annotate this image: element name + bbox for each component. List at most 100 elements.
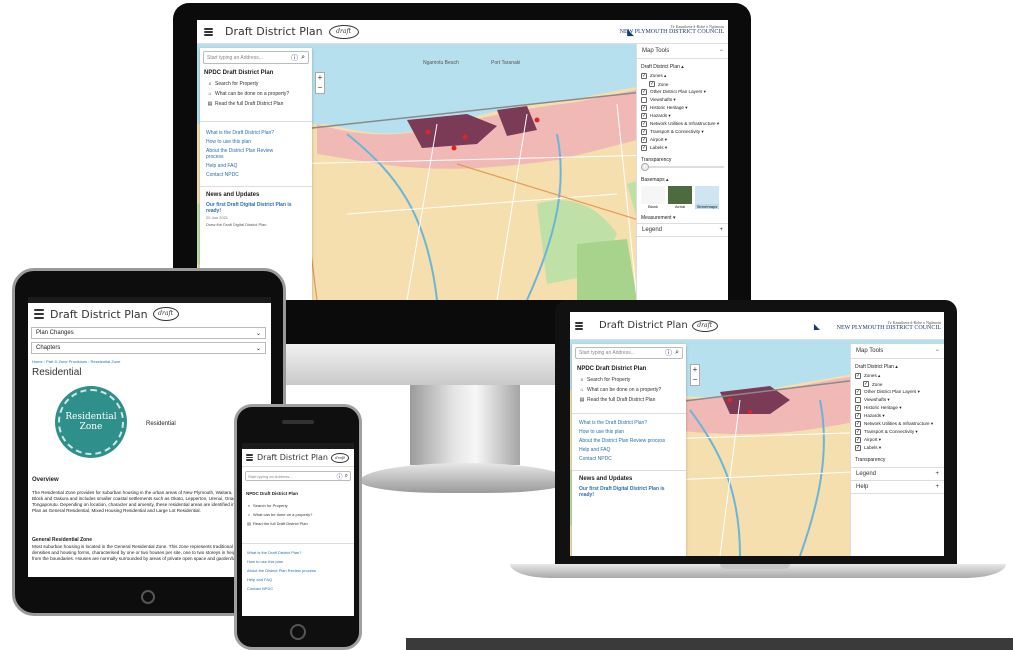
layer-toggle[interactable]: Transport & Connectivity ▾: [855, 429, 940, 435]
layer-toggle[interactable]: Viewshafts ▾: [641, 97, 724, 103]
info-icon[interactable]: ⓘ: [665, 348, 672, 358]
link-help-faq[interactable]: Help and FAQ: [206, 163, 306, 169]
slider-handle[interactable]: [641, 163, 649, 171]
layer-checkbox[interactable]: [855, 413, 861, 419]
link-about-review[interactable]: About the District Plan Review process: [247, 568, 349, 573]
layer-checkbox[interactable]: [641, 121, 647, 127]
search-input[interactable]: Start typing an Address... ⓘ ⌕: [245, 471, 351, 481]
layer-checkbox[interactable]: [863, 381, 869, 387]
layer-checkbox[interactable]: [641, 97, 647, 103]
breadcrumb-residential[interactable]: Residential Zone: [91, 359, 121, 364]
layer-checkbox[interactable]: [855, 397, 861, 403]
layer-toggle[interactable]: Labels ▾: [855, 445, 940, 451]
legend-header[interactable]: Legend +: [851, 467, 944, 481]
link-contact[interactable]: Contact NPDC: [247, 586, 349, 591]
info-icon[interactable]: ⓘ: [337, 472, 343, 481]
news-link[interactable]: Our first Draft Digital District Plan is…: [206, 202, 296, 214]
link-how-to-use[interactable]: How to use this plan: [206, 139, 306, 145]
panel-item-what-can-be-done[interactable]: ⌂ What can be done on a property?: [205, 91, 307, 97]
layer-toggle[interactable]: Other District Plan Layers ▾: [855, 389, 940, 395]
panel-item-read-plan[interactable]: ▤ Read the full Draft District Plan: [577, 397, 681, 403]
panel-item-search[interactable]: ⌕ Search for Property: [245, 503, 288, 508]
zone-label-link[interactable]: Residential: [146, 421, 176, 427]
layer-checkbox[interactable]: [855, 445, 861, 451]
layer-toggle[interactable]: Viewshafts ▾: [855, 397, 940, 403]
zoom-in-button[interactable]: +: [316, 73, 324, 83]
link-how-to-use[interactable]: How to use this plan: [247, 559, 349, 564]
panel-item-search[interactable]: ⌕ Search for Property: [205, 81, 307, 87]
layer-checkbox[interactable]: [641, 73, 647, 79]
link-about-review[interactable]: About the District Plan Review process: [579, 438, 667, 444]
transparency-slider[interactable]: [641, 163, 724, 171]
layer-checkbox[interactable]: [641, 129, 647, 135]
plan-changes-dropdown[interactable]: Plan Changes ⌄: [31, 327, 266, 339]
measurement-label[interactable]: Measurement ▾: [641, 215, 724, 221]
zoom-control[interactable]: + −: [690, 364, 700, 386]
layer-toggle[interactable]: Other District Plan Layers ▾: [641, 89, 724, 95]
panel-item-what-can-be-done[interactable]: ⌂ What can be done on a property?: [245, 512, 313, 517]
panel-item-read-plan[interactable]: ▤ Read the full Draft District Plan: [245, 521, 308, 526]
news-link-2[interactable]: Draw the Draft Digital District Plan: [206, 222, 306, 227]
layer-toggle[interactable]: Network Utilities & Infrastructure ▾: [855, 421, 940, 427]
info-icon[interactable]: ⓘ: [291, 53, 298, 63]
search-input[interactable]: Start typing an Address... ⓘ ⌕: [575, 347, 683, 359]
panel-item-what-can-be-done[interactable]: ⌂ What can be done on a property?: [577, 387, 681, 393]
layer-checkbox[interactable]: [855, 421, 861, 427]
layer-checkbox[interactable]: [641, 137, 647, 143]
map-tools-header[interactable]: Map Tools −: [637, 44, 728, 59]
layer-toggle[interactable]: Zone: [863, 381, 940, 387]
layer-toggle[interactable]: Zones ▴: [855, 373, 940, 379]
panel-item-read-plan[interactable]: ▤ Read the full Draft District Plan: [205, 101, 307, 107]
layer-checkbox[interactable]: [855, 437, 861, 443]
chapters-dropdown[interactable]: Chapters ⌄: [31, 342, 266, 354]
layer-toggle[interactable]: Zone: [649, 81, 724, 87]
layer-checkbox[interactable]: [855, 405, 861, 411]
basemaps-label[interactable]: Basemaps ▴: [641, 177, 724, 183]
zoom-control[interactable]: + −: [315, 72, 325, 94]
menu-icon[interactable]: [246, 453, 253, 462]
layer-checkbox[interactable]: [855, 429, 861, 435]
search-icon[interactable]: ⌕: [345, 473, 348, 480]
basemap-aerial[interactable]: Aerial: [668, 186, 692, 209]
breadcrumb-part-d[interactable]: Part D Zone Provisions: [46, 359, 87, 364]
link-what-is-plan[interactable]: What is the Draft District Plan?: [579, 420, 679, 426]
search-icon[interactable]: ⌕: [301, 54, 305, 62]
legend-header[interactable]: Legend +: [637, 223, 728, 237]
layer-checkbox[interactable]: [855, 373, 861, 379]
layer-checkbox[interactable]: [649, 81, 655, 87]
link-help-faq[interactable]: Help and FAQ: [247, 577, 349, 582]
link-contact[interactable]: Contact NPDC: [579, 456, 679, 462]
layer-checkbox[interactable]: [641, 89, 647, 95]
breadcrumb-home[interactable]: Home: [32, 359, 43, 364]
tools-section-title[interactable]: Draft District Plan ▴: [641, 64, 724, 70]
layer-toggle[interactable]: Airport ▾: [641, 137, 724, 143]
layer-toggle[interactable]: Historic Heritage ▾: [641, 105, 724, 111]
tools-section-title[interactable]: Draft District Plan ▴: [855, 364, 940, 370]
layer-checkbox[interactable]: [855, 389, 861, 395]
menu-icon[interactable]: [575, 321, 583, 331]
layer-toggle[interactable]: Hazards ▾: [855, 413, 940, 419]
layer-toggle[interactable]: Zones ▴: [641, 73, 724, 79]
panel-item-search[interactable]: ⌕ Search for Property: [577, 377, 681, 383]
basemap-blank[interactable]: Blank: [641, 186, 665, 209]
layer-toggle[interactable]: Airport ▾: [855, 437, 940, 443]
layer-toggle[interactable]: Network Utilities & Infrastructure ▾: [641, 121, 724, 127]
news-link[interactable]: Our first Draft Digital District Plan is…: [579, 486, 669, 498]
search-icon[interactable]: ⌕: [675, 349, 679, 357]
link-what-is-plan[interactable]: What is the Draft District Plan?: [247, 550, 349, 555]
layer-toggle[interactable]: Hazards ▾: [641, 113, 724, 119]
help-header[interactable]: Help +: [851, 481, 944, 494]
link-what-is-plan[interactable]: What is the Draft District Plan?: [206, 130, 306, 136]
layer-checkbox[interactable]: [641, 105, 647, 111]
layer-toggle[interactable]: Labels ▾: [641, 145, 724, 151]
menu-icon[interactable]: [34, 307, 44, 321]
layer-toggle[interactable]: Transport & Connectivity ▾: [641, 129, 724, 135]
layer-checkbox[interactable]: [641, 145, 647, 151]
layer-toggle[interactable]: Historic Heritage ▾: [855, 405, 940, 411]
search-input[interactable]: Start typing an Address... ⓘ ⌕: [203, 51, 309, 64]
basemap-streetmaps[interactable]: Streetmaps: [695, 186, 719, 209]
zoom-out-button[interactable]: −: [316, 83, 324, 93]
layer-checkbox[interactable]: [641, 113, 647, 119]
link-help-faq[interactable]: Help and FAQ: [579, 447, 679, 453]
link-about-review[interactable]: About the District Plan Review process: [206, 148, 286, 160]
